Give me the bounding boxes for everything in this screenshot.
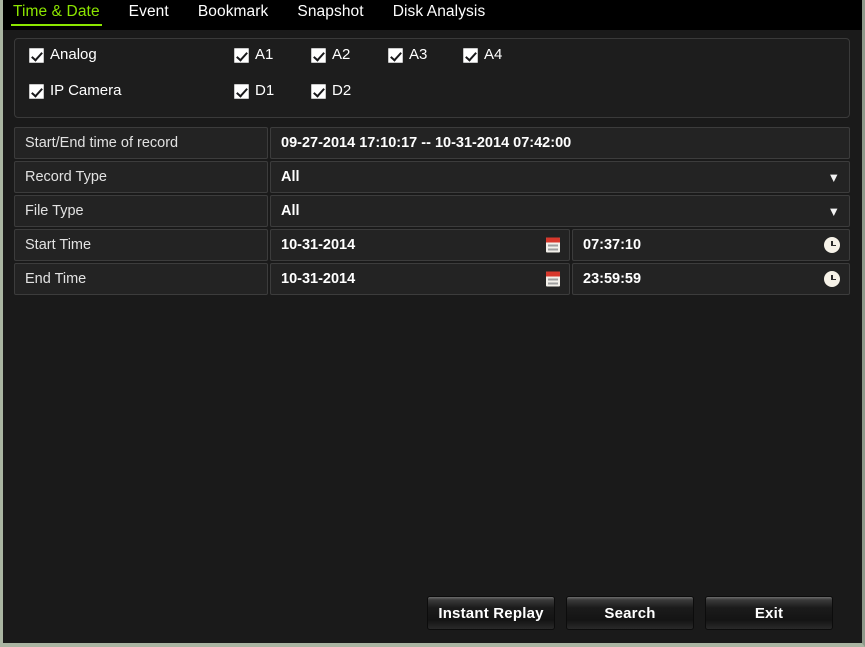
checkbox-channel-d2[interactable]: D2	[311, 83, 351, 99]
tab-time-and-date[interactable]: Time & Date	[11, 0, 102, 26]
row-start-time: Start Time 10-31-2014 07:37:10	[14, 229, 850, 261]
tab-bookmark[interactable]: Bookmark	[196, 0, 283, 24]
checkbox-box-icon	[311, 83, 326, 99]
checkbox-label: A4	[484, 46, 503, 63]
ip-camera-row: IP Camera D1 D2	[15, 83, 849, 117]
checkbox-label: Analog	[50, 46, 97, 63]
playback-search-dialog: Time & Date Event Bookmark Snapshot Disk…	[0, 0, 865, 647]
checkbox-analog-group[interactable]: Analog	[29, 47, 97, 63]
checkbox-channel-a2[interactable]: A2	[311, 47, 350, 63]
end-time-label: End Time	[14, 263, 268, 295]
row-file-type: File Type All ▾	[14, 195, 850, 227]
checkbox-label: A2	[332, 46, 351, 63]
checkbox-box-icon	[29, 83, 44, 99]
checkbox-label: D1	[255, 82, 275, 99]
checkbox-box-icon	[311, 47, 326, 63]
checkbox-channel-a3[interactable]: A3	[388, 47, 427, 63]
checkbox-label: IP Camera	[50, 82, 122, 99]
checkbox-box-icon	[29, 47, 44, 63]
chevron-down-icon[interactable]: ▾	[830, 171, 837, 184]
record-type-dropdown[interactable]: All ▾	[270, 161, 850, 193]
row-end-time: End Time 10-31-2014 23:59:59	[14, 263, 850, 295]
start-time-input[interactable]: 07:37:10	[572, 229, 850, 261]
checkbox-channel-a1[interactable]: A1	[234, 47, 273, 63]
clock-icon[interactable]	[824, 271, 840, 287]
file-type-dropdown[interactable]: All ▾	[270, 195, 850, 227]
tab-snapshot[interactable]: Snapshot	[295, 0, 377, 24]
record-type-value: All	[281, 169, 300, 185]
exit-button[interactable]: Exit	[705, 596, 833, 630]
row-record-range: Start/End time of record 09-27-2014 17:1…	[14, 127, 850, 159]
instant-replay-button[interactable]: Instant Replay	[427, 596, 555, 630]
start-date-input[interactable]: 10-31-2014	[270, 229, 570, 261]
end-time-input[interactable]: 23:59:59	[572, 263, 850, 295]
clock-icon[interactable]	[824, 237, 840, 253]
start-time-label: Start Time	[14, 229, 268, 261]
chevron-down-icon[interactable]: ▾	[830, 205, 837, 218]
dialog-button-bar: Instant Replay Search Exit	[3, 593, 862, 633]
checkbox-box-icon	[388, 47, 403, 63]
end-time-value: 23:59:59	[583, 271, 642, 287]
calendar-icon[interactable]	[546, 237, 560, 253]
analog-camera-row: Analog A1 A2 A3 A4	[15, 47, 849, 81]
camera-selection-panel: Analog A1 A2 A3 A4 IP Camera D1 D2	[14, 38, 850, 118]
tab-disk-analysis[interactable]: Disk Analysis	[391, 0, 500, 24]
record-type-label: Record Type	[14, 161, 268, 193]
calendar-icon[interactable]	[546, 271, 560, 287]
checkbox-ip-camera-group[interactable]: IP Camera	[29, 83, 121, 99]
file-type-value: All	[281, 203, 300, 219]
checkbox-label: A1	[255, 46, 274, 63]
tab-event[interactable]: Event	[127, 0, 183, 24]
checkbox-box-icon	[234, 47, 249, 63]
end-date-value: 10-31-2014	[281, 271, 356, 287]
start-time-value: 07:37:10	[583, 237, 642, 253]
start-date-value: 10-31-2014	[281, 237, 356, 253]
checkbox-label: A3	[409, 46, 428, 63]
checkbox-channel-a4[interactable]: A4	[463, 47, 502, 63]
checkbox-box-icon	[234, 83, 249, 99]
search-criteria-rows: Start/End time of record 09-27-2014 17:1…	[14, 127, 850, 297]
search-button[interactable]: Search	[566, 596, 694, 630]
end-date-input[interactable]: 10-31-2014	[270, 263, 570, 295]
record-range-label: Start/End time of record	[14, 127, 268, 159]
tab-bar: Time & Date Event Bookmark Snapshot Disk…	[3, 0, 862, 30]
checkbox-channel-d1[interactable]: D1	[234, 83, 274, 99]
checkbox-label: D2	[332, 82, 352, 99]
record-range-value: 09-27-2014 17:10:17 -- 10-31-2014 07:42:…	[270, 127, 850, 159]
checkbox-box-icon	[463, 47, 478, 63]
row-record-type: Record Type All ▾	[14, 161, 850, 193]
file-type-label: File Type	[14, 195, 268, 227]
